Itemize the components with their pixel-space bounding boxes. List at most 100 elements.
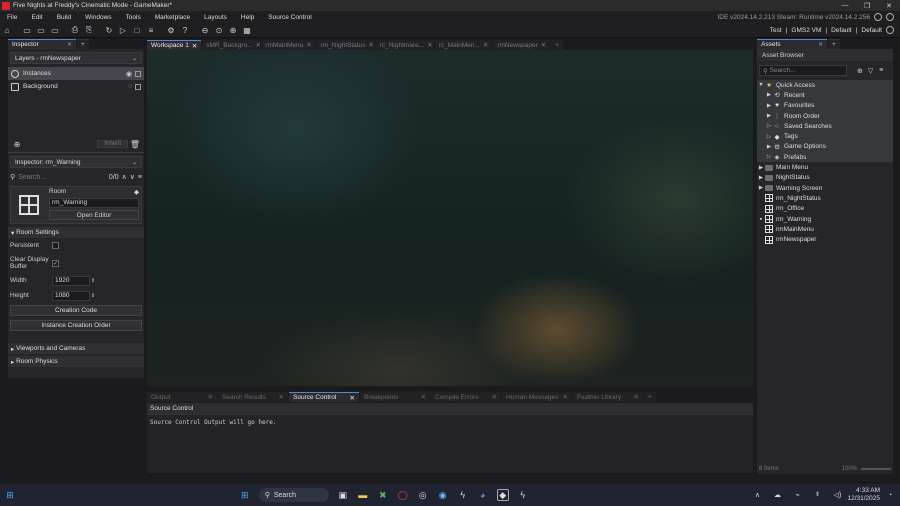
windows-start-icon[interactable]: ⊞ [4, 489, 16, 501]
hamburger-menu-icon[interactable]: ≡ [879, 67, 883, 74]
app-bolt-icon[interactable]: ϟ [517, 489, 529, 501]
clear-display-checkbox[interactable]: ✓ [52, 259, 59, 267]
quick-access-folder[interactable]: ▼ ★ Quick Access [757, 80, 893, 90]
maximize-button[interactable]: ❐ [856, 2, 878, 10]
qa-room-order[interactable]: ▶ ⋮ Room Order [757, 111, 893, 121]
close-tab-icon[interactable]: ✕ [306, 41, 311, 49]
settings-app-icon[interactable]: ◎ [417, 489, 429, 501]
inspector-search-input[interactable]: Search... [18, 174, 68, 181]
close-tab-icon[interactable]: ✕ [256, 41, 261, 49]
tab-search-results[interactable]: Search Results ✕ [218, 392, 288, 402]
tab-output[interactable]: Output ✕ [147, 392, 217, 402]
tab-source-control[interactable]: Source Control ✕ [289, 392, 359, 402]
zoom-in-icon[interactable]: ⊕ [227, 24, 239, 36]
folder-main-menu[interactable]: ▶ Main Menu [757, 162, 893, 172]
delete-layer-icon[interactable]: 🗑 [129, 138, 141, 150]
menu-help[interactable]: Help [234, 14, 261, 21]
add-tab-button[interactable]: + [77, 39, 89, 49]
add-layer-icon[interactable]: ⊕ [11, 138, 23, 150]
asset-rmnewspaper[interactable]: rmNewspaper [757, 234, 893, 244]
menu-tools[interactable]: Tools [119, 14, 148, 21]
layer-instances[interactable]: Instances ◉ [8, 67, 144, 80]
inherit-button[interactable]: Inherit [97, 140, 128, 148]
menu-marketplace[interactable]: Marketplace [148, 14, 197, 21]
folder-nightstatus[interactable]: ▶ NightStatus [757, 173, 893, 183]
width-input[interactable] [52, 275, 90, 286]
grid-icon[interactable]: ▦ [241, 24, 253, 36]
qa-saved-searches[interactable]: ▷ ○ Saved Searches [757, 121, 893, 131]
asset-search-input[interactable]: ⚲ Search... [759, 65, 847, 76]
add-output-tab-button[interactable]: + [644, 392, 656, 402]
layer-background[interactable]: Background ◌ [8, 80, 144, 93]
tab-rmmainmenu[interactable]: rmMainMenu ✕ [261, 40, 316, 50]
notifications-icon[interactable] [886, 13, 894, 21]
height-stepper[interactable]: ⇕ [91, 293, 95, 299]
network-icon[interactable]: ⌁ [791, 489, 803, 501]
run-icon[interactable]: ▷ [117, 24, 129, 36]
folder-warning-screen[interactable]: ▶ Warning Screen [757, 183, 893, 193]
opera-icon[interactable]: ◯ [397, 489, 409, 501]
debug-icon[interactable]: ↻ [103, 24, 115, 36]
close-tab-icon[interactable]: ✕ [279, 393, 284, 401]
tab-smr-background[interactable]: sMR_Backgro... ✕ [202, 40, 261, 50]
close-tab-icon[interactable]: ✕ [368, 41, 373, 49]
close-tab-icon[interactable]: ✕ [421, 393, 426, 401]
tab-feather-library[interactable]: Feather Library ✕ [573, 392, 643, 402]
tab-compile-errors[interactable]: Compile Errors ✕ [431, 392, 501, 402]
chevron-up-icon[interactable]: ∧ [751, 489, 763, 501]
add-asset-icon[interactable]: ⊕ [857, 67, 863, 75]
settings-icon[interactable]: ⚙ [165, 24, 177, 36]
gamemaker-icon[interactable]: ◆ [496, 489, 509, 501]
tab-rmnewspaper[interactable]: rmNewspaper ✕ [493, 40, 551, 50]
microphone-icon[interactable]: ⌽ [811, 489, 823, 501]
tab-assets[interactable]: Assets ✕ [757, 39, 827, 49]
volume-icon[interactable]: ◁) [831, 489, 843, 501]
menu-build[interactable]: Build [50, 14, 78, 21]
start-menu-icon[interactable]: ⊞ [239, 489, 251, 501]
height-input[interactable] [52, 290, 90, 301]
tag-icon[interactable]: ◆ [134, 188, 139, 196]
close-tab-icon[interactable]: ✕ [67, 41, 72, 48]
next-match-icon[interactable]: ∨ [130, 173, 135, 181]
app-lightning-icon[interactable]: ϟ [457, 489, 469, 501]
menu-source-control[interactable]: Source Control [261, 14, 318, 21]
create-executable-icon[interactable]: ⎙ [69, 24, 81, 36]
steam-icon[interactable]: ◉ [437, 489, 449, 501]
add-tab-button[interactable]: + [828, 39, 840, 49]
open-project-icon[interactable]: ▭ [35, 24, 47, 36]
xbox-icon[interactable]: ✖ [377, 489, 389, 501]
menu-file[interactable]: File [0, 14, 24, 21]
qa-tags[interactable]: ▷ ◆ Tags [757, 131, 893, 141]
asset-rm-office[interactable]: rm_Office [757, 204, 893, 214]
clean-icon[interactable]: ≡ [145, 24, 157, 36]
close-tab-icon[interactable]: ✕ [818, 41, 823, 48]
home-icon[interactable]: ⌂ [1, 24, 13, 36]
inspector-dropdown[interactable]: Inspector: rm_Warning ⌄ [10, 156, 142, 168]
tab-rm-nightstatus[interactable]: rm_NightStatus ✕ [316, 40, 375, 50]
qa-favourites[interactable]: ▶ ♥ Favourites [757, 101, 893, 111]
close-tab-icon[interactable]: ✕ [427, 41, 432, 49]
room-settings-section[interactable]: ▾ Room Settings [8, 227, 144, 238]
prev-match-icon[interactable]: ∧ [122, 173, 127, 181]
options-menu-icon[interactable]: ≡ [138, 174, 142, 181]
zoom-slider[interactable] [861, 468, 891, 470]
notification-bell-icon[interactable]: ◔ [884, 489, 896, 501]
new-project-icon[interactable]: ▭ [21, 24, 33, 36]
layers-dropdown[interactable]: Layers - rmNewspaper ⌄ [10, 52, 142, 64]
width-stepper[interactable]: ⇕ [91, 278, 95, 284]
tab-inspector[interactable]: Inspector ✕ [8, 39, 76, 49]
target-settings-icon[interactable] [886, 26, 894, 34]
qa-prefabs[interactable]: ▷ ◈ Prefabs [757, 152, 893, 162]
stop-icon[interactable]: □ [131, 24, 143, 36]
qa-game-options[interactable]: ▶ ⚙ Game Options [757, 142, 893, 152]
close-tab-icon[interactable]: ✕ [563, 393, 568, 401]
help-icon[interactable]: ? [179, 24, 191, 36]
lock-icon[interactable] [135, 83, 141, 90]
zoom-reset-icon[interactable]: ⊙ [213, 24, 225, 36]
visibility-eye-icon[interactable]: ◌ [128, 83, 132, 90]
filter-icon[interactable]: ▽ [868, 67, 873, 75]
viewports-section[interactable]: ▸ Viewports and Cameras [8, 343, 144, 354]
config-select[interactable]: Default [831, 27, 852, 34]
add-workspace-button[interactable]: + [551, 40, 564, 50]
task-view-icon[interactable]: ▣ [337, 489, 349, 501]
